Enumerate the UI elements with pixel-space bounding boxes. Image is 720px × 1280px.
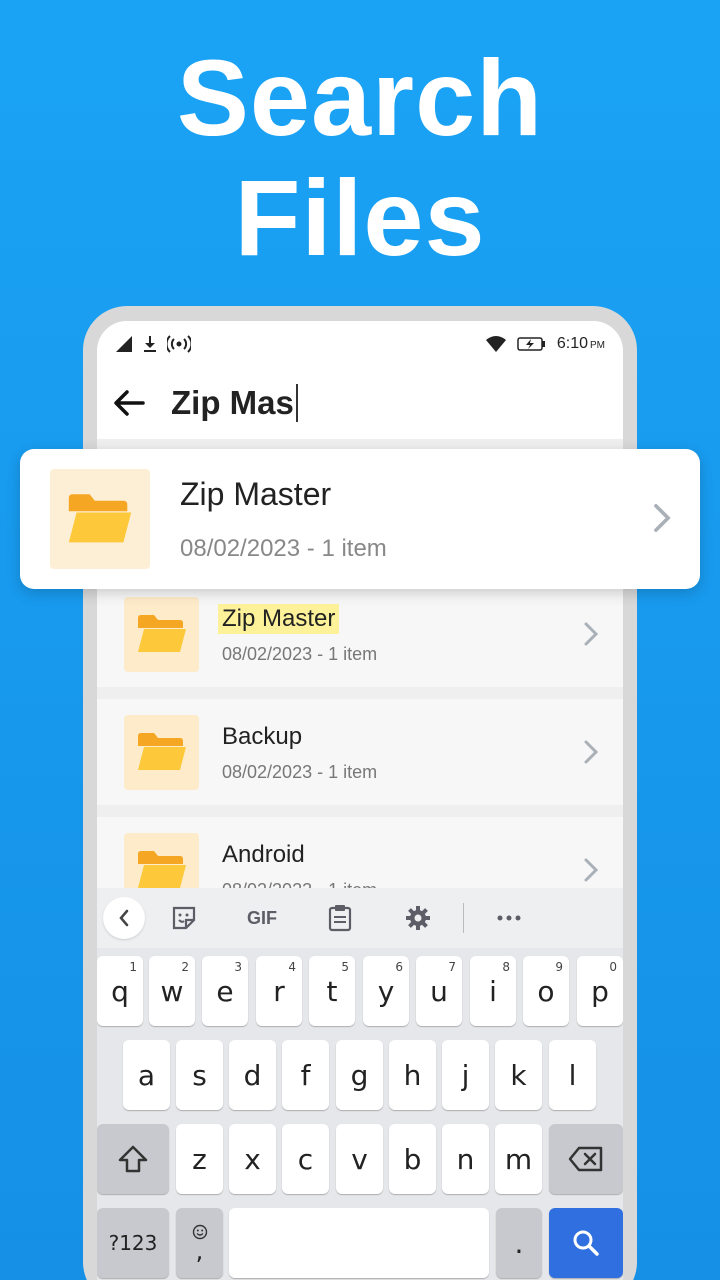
- folder-thumbnail: [50, 469, 150, 569]
- promo-headline: Search Files: [0, 38, 720, 278]
- keyboard-row-3: z x c v b n m: [97, 1124, 623, 1194]
- folder-icon: [68, 494, 132, 543]
- backspace-icon: [568, 1146, 603, 1172]
- chevron-right-icon: [654, 504, 671, 532]
- hotspot-icon: [167, 335, 191, 353]
- key-m[interactable]: m: [495, 1124, 542, 1194]
- key-o[interactable]: o9: [523, 956, 569, 1026]
- sticker-button[interactable]: [145, 905, 223, 931]
- key-x[interactable]: x: [229, 1124, 276, 1194]
- comma-label: ,: [195, 1237, 204, 1265]
- keyboard-row-2: a s d f g h j k l: [97, 1040, 623, 1110]
- toolbar-divider: [463, 903, 464, 933]
- folder-icon: [137, 733, 186, 770]
- folder-thumbnail: [124, 714, 199, 790]
- key-y[interactable]: y6: [363, 956, 409, 1026]
- battery-charging-icon: [517, 337, 545, 351]
- more-options-button[interactable]: [470, 914, 548, 922]
- settings-button[interactable]: [379, 904, 457, 932]
- keyboard-row-4: ?123 , .: [97, 1208, 623, 1278]
- search-key[interactable]: [549, 1208, 623, 1278]
- wifi-icon: [485, 336, 506, 352]
- gif-button[interactable]: GIF: [223, 908, 301, 929]
- status-bar: 6:10 PM: [97, 321, 623, 367]
- list-item[interactable]: Zip Master 08/02/2023 - 1 item: [97, 581, 623, 687]
- key-k[interactable]: k: [495, 1040, 542, 1110]
- clipboard-icon: [328, 905, 352, 932]
- key-h[interactable]: h: [389, 1040, 436, 1110]
- chevron-left-icon: [119, 909, 129, 927]
- download-icon: [144, 336, 156, 352]
- key-i[interactable]: i8: [470, 956, 516, 1026]
- status-time: 6:10 PM: [556, 335, 605, 352]
- more-horizontal-icon: [497, 915, 521, 921]
- featured-result-meta: 08/02/2023 - 1 item: [180, 534, 387, 562]
- search-input[interactable]: Zip Mas: [171, 384, 298, 422]
- space-key[interactable]: [229, 1208, 489, 1278]
- list-item-name: Zip Master: [218, 603, 340, 634]
- folder-icon: [137, 615, 186, 652]
- headline-line-2: Files: [234, 157, 486, 278]
- status-ampm: PM: [590, 340, 605, 351]
- key-r[interactable]: r4: [256, 956, 302, 1026]
- key-q[interactable]: q1: [97, 956, 143, 1026]
- list-item-name: Android: [222, 840, 305, 868]
- folder-icon: [137, 851, 186, 888]
- chevron-right-icon: [584, 622, 599, 646]
- key-u[interactable]: u7: [416, 956, 462, 1026]
- featured-result-card[interactable]: Zip Master 08/02/2023 - 1 item: [20, 449, 700, 589]
- key-n[interactable]: n: [442, 1124, 489, 1194]
- key-e[interactable]: e3: [202, 956, 248, 1026]
- key-b[interactable]: b: [389, 1124, 436, 1194]
- featured-result-name: Zip Master: [180, 475, 332, 512]
- keyboard-row-1: q1 w2 e3 r4 t5 y6 u7 i8 o9 p0: [97, 956, 623, 1026]
- keyboard-toolbar: GIF: [97, 888, 623, 948]
- shift-key[interactable]: [97, 1124, 169, 1194]
- clipboard-button[interactable]: [301, 904, 379, 932]
- emoji-comma-key[interactable]: ,: [176, 1208, 223, 1278]
- backspace-key[interactable]: [549, 1124, 623, 1194]
- signal-icon: [116, 336, 132, 352]
- key-j[interactable]: j: [442, 1040, 489, 1110]
- gear-icon: [406, 906, 430, 930]
- results-list: Zip Master 08/02/2023 - 1 item Backup 08…: [97, 581, 623, 935]
- key-p[interactable]: p0: [577, 956, 623, 1026]
- key-l[interactable]: l: [549, 1040, 596, 1110]
- key-v[interactable]: v: [336, 1124, 383, 1194]
- list-item-meta: 08/02/2023 - 1 item: [222, 643, 378, 664]
- onscreen-keyboard: GIF q1 w2 e3 r4 t5 y6 u7 i8 o9 p0 a s d …: [97, 888, 623, 1280]
- key-t[interactable]: t5: [309, 956, 355, 1026]
- chevron-right-icon: [584, 858, 599, 882]
- key-a[interactable]: a: [123, 1040, 170, 1110]
- arrow-left-icon: [114, 390, 145, 416]
- key-w[interactable]: w2: [149, 956, 195, 1026]
- search-bar: Zip Mas: [97, 367, 623, 439]
- folder-thumbnail: [124, 596, 199, 672]
- headline-line-1: Search: [176, 37, 544, 158]
- search-icon: [573, 1230, 599, 1256]
- key-s[interactable]: s: [176, 1040, 223, 1110]
- key-d[interactable]: d: [229, 1040, 276, 1110]
- shift-icon: [118, 1145, 148, 1173]
- key-z[interactable]: z: [176, 1124, 223, 1194]
- list-item[interactable]: Backup 08/02/2023 - 1 item: [97, 699, 623, 805]
- symbols-key[interactable]: ?123: [97, 1208, 169, 1278]
- sticker-icon: [172, 906, 196, 930]
- back-button[interactable]: [109, 383, 149, 423]
- list-item-name: Backup: [222, 722, 303, 750]
- keyboard-collapse-button[interactable]: [103, 897, 145, 939]
- key-c[interactable]: c: [282, 1124, 329, 1194]
- period-key[interactable]: .: [496, 1208, 542, 1278]
- chevron-right-icon: [584, 740, 599, 764]
- key-f[interactable]: f: [282, 1040, 329, 1110]
- gif-label: GIF: [247, 907, 277, 928]
- key-g[interactable]: g: [336, 1040, 383, 1110]
- list-item-meta: 08/02/2023 - 1 item: [222, 761, 378, 782]
